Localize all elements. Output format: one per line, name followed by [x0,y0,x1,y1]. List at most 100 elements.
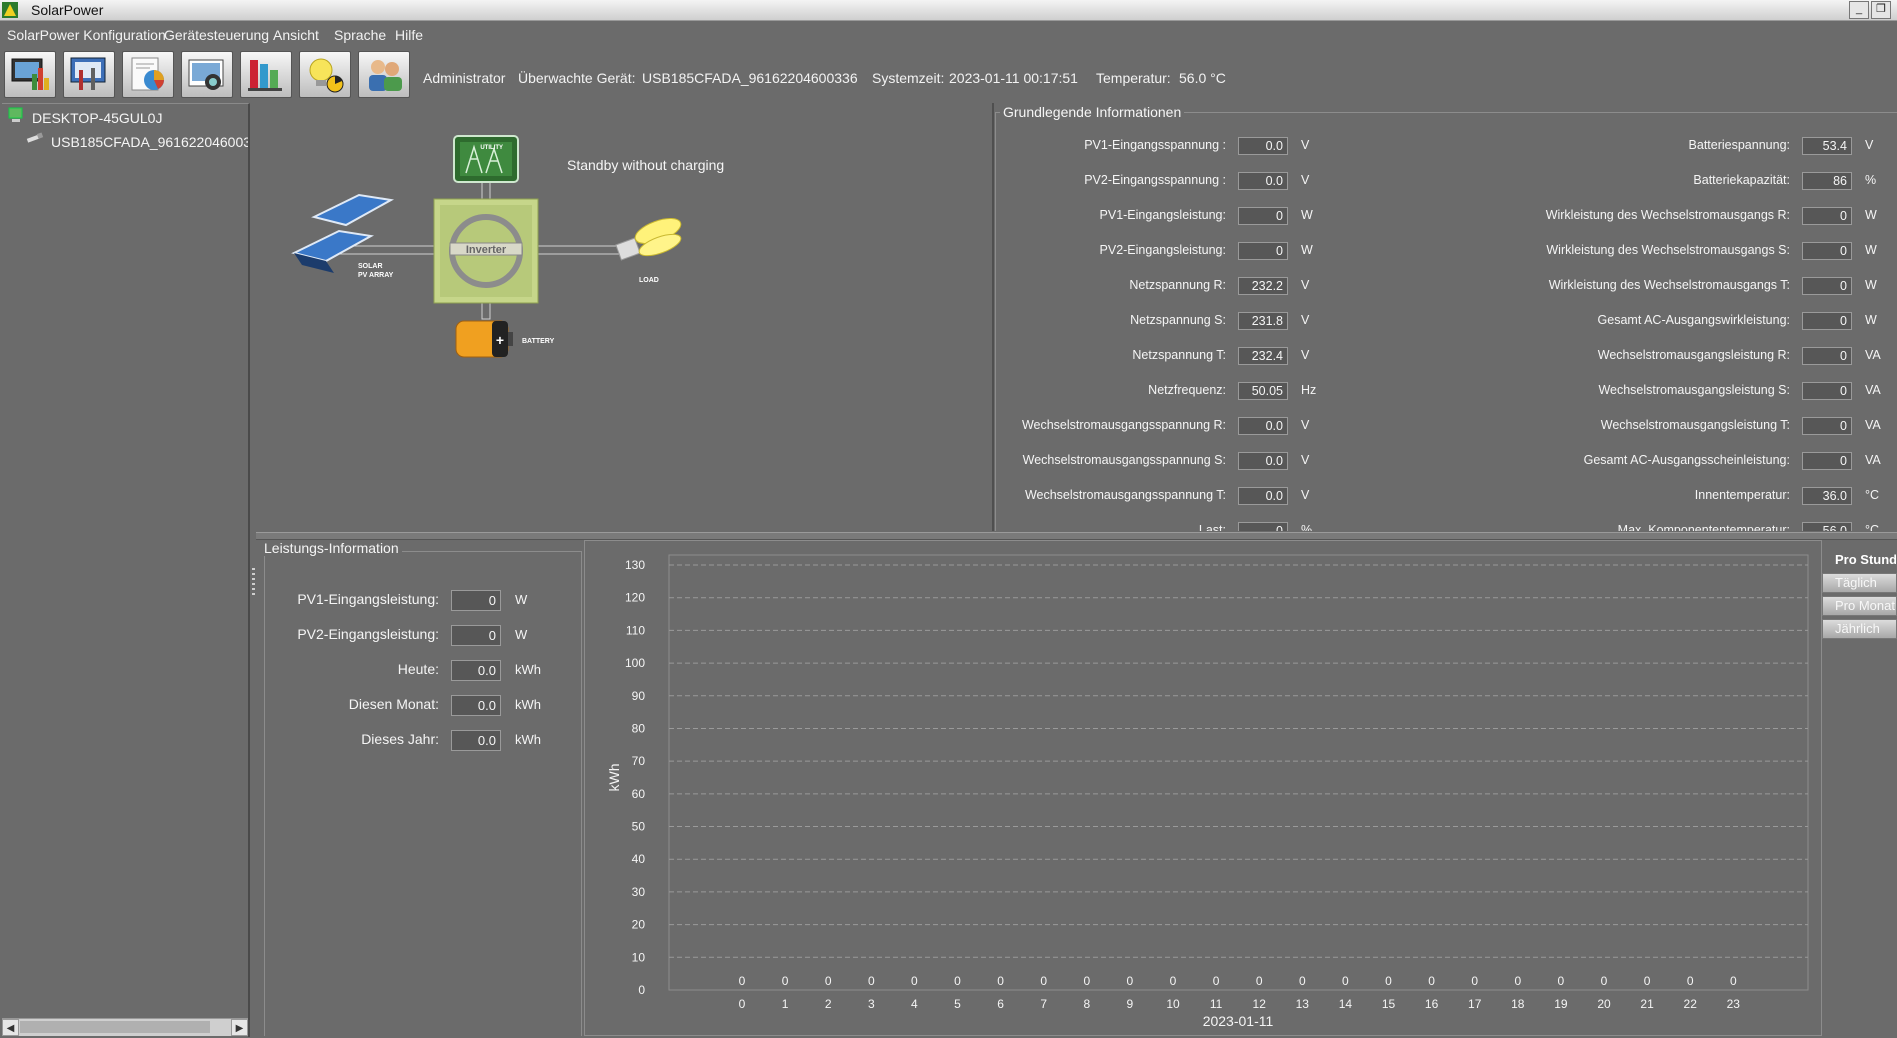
field-label: PV1-Eingangsleistung: [1099,208,1226,222]
power-field-unit: W [515,592,528,607]
users-button[interactable] [358,51,410,98]
energy-flow-diagram: UTILITY Inverter SOLAR PV ARRAY LOAD + B… [256,103,990,531]
inverter-icon: Inverter [433,198,539,304]
range-hourly-button[interactable]: Pro Stunde [1822,550,1897,570]
monitor-button[interactable] [4,51,56,98]
tree-horizontal-scrollbar[interactable]: ◀ ▶ [2,1018,248,1036]
y-tick-label: 10 [632,950,646,964]
x-tick-label: 23 [1727,997,1741,1011]
field-label: PV2-Eingangsleistung: [1099,243,1226,257]
x-tick-label: 17 [1468,997,1482,1011]
bar-value-label: 0 [782,974,789,988]
y-tick-label: 20 [632,918,646,932]
load-connection-line [535,245,627,255]
field-unit: % [1865,173,1877,187]
field-value: 231.8 [1238,312,1288,330]
field-unit: V [1301,313,1310,327]
field-value: 0 [1238,207,1288,225]
data-log-button[interactable] [240,51,292,98]
x-tick-label: 16 [1425,997,1439,1011]
bar-value-label: 0 [1213,974,1220,988]
device-tree: DESKTOP-45GUL0J USB185CFADA_961622046003… [2,103,250,1037]
menu-view[interactable]: Ansicht [273,27,319,43]
power-field-value: 0.0 [451,695,501,716]
warning-button[interactable] [299,51,351,98]
vertical-splitter-handle[interactable] [252,568,255,596]
field-unit: W [1865,208,1877,222]
y-tick-label: 0 [638,983,645,997]
field-unit: % [1301,523,1313,531]
field-value: 0 [1802,347,1852,365]
field-label: Wechselstromausgangsleistung R: [1597,348,1790,362]
field-value: 0.0 [1238,452,1288,470]
field-value: 232.2 [1238,277,1288,295]
report-button[interactable] [122,51,174,98]
x-tick-label: 15 [1382,997,1396,1011]
field-label: Netzspannung S: [1130,313,1226,327]
tree-device-usb[interactable]: USB185CFADA_96162204600336 [51,134,248,150]
scroll-thumb[interactable] [20,1021,210,1033]
field-value: 0.0 [1238,487,1288,505]
bar-value-label: 0 [1471,974,1478,988]
menu-solarpower-config[interactable]: SolarPower Konfiguration [7,27,166,43]
solar-label-line1: SOLAR [358,263,383,270]
menu-help[interactable]: Hilfe [395,27,423,43]
field-value: 0 [1802,417,1852,435]
y-tick-label: 80 [632,721,646,735]
load-bulb-icon: LOAD [615,218,682,284]
utility-grid-icon: UTILITY [453,135,519,183]
maximize-button[interactable]: ❐ [1871,1,1891,19]
field-label: Wechselstromausgangsleistung T: [1600,418,1790,432]
device-settings-button[interactable] [63,51,115,98]
screenshot-button[interactable] [181,51,233,98]
scroll-right-button[interactable]: ▶ [231,1019,248,1036]
minimize-button[interactable]: _ [1849,1,1869,19]
solar-label-line2: PV ARRAY [358,272,394,279]
title-bar: SolarPower _ ❐ [0,0,1897,21]
field-value: 0 [1802,277,1852,295]
power-field-label: Diesen Monat: [348,696,439,712]
inverter-label: Inverter [466,244,507,256]
range-monthly-button[interactable]: Pro Monat [1822,596,1897,616]
field-label: Wechselstromausgangsspannung S: [1022,453,1226,467]
x-tick-label: 3 [868,997,875,1011]
users-icon [369,60,402,91]
field-label: Wirkleistung des Wechselstromausgangs T: [1548,278,1790,292]
power-field-label: Heute: [397,661,439,677]
scroll-left-button[interactable]: ◀ [2,1019,19,1036]
field-unit: W [1865,243,1877,257]
energy-chart-panel: 0 10 20 30 40 50 60 70 80 90 100 110 120 130 kWh 0 0 0 1 0 2… [584,540,1822,1036]
range-yearly-button[interactable]: Jährlich [1822,619,1897,639]
x-tick-label: 0 [739,997,746,1011]
field-unit: W [1865,313,1877,327]
field-unit: V [1865,138,1874,152]
x-tick-label: 21 [1640,997,1654,1011]
field-label: Wechselstromausgangsleistung S: [1598,383,1790,397]
window-title: SolarPower [31,2,104,18]
field-value: 0 [1802,242,1852,260]
power-info-title: Leistungs-Information [261,540,402,556]
field-unit: VA [1865,348,1881,362]
device-settings-icon [70,57,106,90]
tree-root-computer[interactable]: DESKTOP-45GUL0J [32,110,162,126]
field-label: Netzfrequenz: [1148,383,1226,397]
field-value: 36.0 [1802,487,1852,505]
bar-value-label: 0 [1730,974,1737,988]
load-label: LOAD [639,277,659,284]
x-tick-label: 5 [954,997,961,1011]
field-unit: °C [1865,523,1880,531]
bar-value-label: 0 [1170,974,1177,988]
x-tick-label: 13 [1296,997,1310,1011]
menu-bar: SolarPower Konfiguration Gerätesteuerung… [0,21,1897,47]
x-tick-label: 6 [997,997,1004,1011]
menu-language[interactable]: Sprache [334,27,386,43]
field-label: Gesamt AC-Ausgangswirkleistung: [1597,313,1790,327]
bar-value-label: 0 [1256,974,1263,988]
menu-device-control[interactable]: Gerätesteuerung [164,27,269,43]
power-info-frame [264,551,582,1036]
y-tick-label: 50 [632,820,646,834]
field-label: Wechselstromausgangsspannung T: [1024,488,1226,502]
field-unit: VA [1865,383,1881,397]
report-pie-icon [131,57,164,91]
range-daily-button[interactable]: Täglich [1822,573,1897,593]
